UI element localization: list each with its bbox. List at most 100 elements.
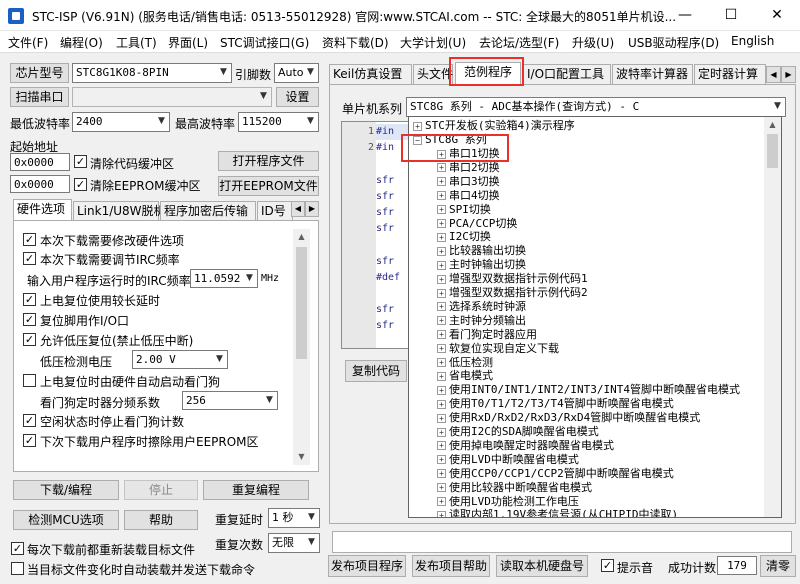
help-button[interactable]: 帮助 — [124, 510, 198, 530]
expand-icon[interactable]: + — [413, 121, 422, 131]
auto-send-checkbox[interactable] — [11, 562, 24, 575]
tree-item[interactable]: + 串口3切换 — [437, 175, 500, 189]
scroll-thumb[interactable] — [296, 247, 307, 359]
expand-icon[interactable]: + — [437, 288, 446, 298]
chip-model-button[interactable]: 芯片型号 — [10, 63, 69, 83]
example-tree-popup[interactable]: + STC开发板(实验箱4)演示程序 − STC8G 系列 + 串口1切换 + 串口2切换… — [408, 116, 782, 518]
expand-icon[interactable]: + — [437, 441, 446, 451]
maximize-button[interactable]: ☐ — [708, 0, 754, 31]
expand-icon[interactable]: + — [437, 302, 446, 312]
tree-item[interactable]: + 使用比较器中断唤醒省电模式 — [437, 481, 592, 495]
watchdog-select[interactable]: 256 ▼ — [182, 391, 278, 410]
tab-link1-u8w[interactable]: Link1/U8W脱机 — [73, 201, 166, 221]
detect-mcu-button[interactable]: 检测MCU选项 — [13, 510, 119, 530]
expand-icon[interactable]: + — [437, 246, 446, 256]
menu-university[interactable]: 大学计划(U) — [400, 34, 466, 51]
scroll-up-icon[interactable]: ▲ — [293, 229, 310, 245]
expand-icon[interactable]: + — [437, 413, 446, 423]
expand-icon[interactable]: + — [437, 316, 446, 326]
expand-icon[interactable]: + — [437, 177, 446, 187]
tree-scrollbar[interactable]: ▲ — [764, 117, 781, 517]
option-checkbox[interactable]: ✓ — [23, 233, 36, 246]
tab-hardware-options[interactable]: 硬件选项 — [13, 199, 72, 221]
tree-item[interactable]: + 使用CCP0/CCP1/CCP2管脚中断唤醒省电模式 — [437, 467, 674, 481]
mcu-series-select[interactable]: STC8G 系列 - ADC基本操作(查询方式) - C ▼ — [406, 97, 786, 117]
clear-count-button[interactable]: 清零 — [760, 555, 796, 577]
option-checkbox[interactable]: ✓ — [23, 434, 36, 447]
tab-baud-calculator[interactable]: 波特率计算器 — [612, 64, 693, 84]
expand-icon[interactable]: + — [437, 371, 446, 381]
menu-upgrade[interactable]: 升级(U) — [572, 34, 614, 51]
repeat-delay-select[interactable]: 1 秒 ▼ — [268, 508, 320, 528]
settings-button[interactable]: 设置 — [276, 87, 319, 107]
tree-item[interactable]: + 使用T0/T1/T2/T3/T4管脚中断唤醒省电模式 — [437, 397, 674, 411]
tree-item[interactable]: + 主时钟分频输出 — [437, 314, 526, 328]
expand-icon[interactable]: + — [437, 358, 446, 367]
option-checkbox[interactable]: ✓ — [23, 252, 36, 265]
tab-scroll-right-icon[interactable]: ▶ — [305, 201, 319, 217]
option-checkbox[interactable] — [23, 374, 36, 387]
tree-item[interactable]: + 看门狗定时器应用 — [437, 328, 537, 342]
expand-icon[interactable]: + — [437, 344, 446, 354]
tree-item[interactable]: + 使用掉电唤醒定时器唤醒省电模式 — [437, 439, 614, 453]
tree-item[interactable]: + 软复位实现自定义下载 — [437, 342, 559, 356]
open-eeprom-button[interactable]: 打开EEPROM文件 — [218, 176, 319, 196]
clear-eeprom-checkbox[interactable]: ✓ — [74, 178, 87, 191]
open-program-button[interactable]: 打开程序文件 — [218, 151, 319, 171]
tree-item[interactable]: + 比较器输出切换 — [437, 244, 526, 258]
tab-scroll-left-icon[interactable]: ◀ — [291, 201, 305, 217]
pins-select[interactable]: Auto ▼ — [274, 63, 319, 83]
tab-scroll-left-icon[interactable]: ◀ — [766, 66, 781, 83]
expand-icon[interactable]: + — [437, 205, 446, 215]
scroll-down-icon[interactable]: ▼ — [293, 449, 310, 465]
tree-item[interactable]: + I2C切换 — [437, 230, 491, 244]
expand-icon[interactable]: + — [437, 219, 446, 228]
expand-icon[interactable]: + — [437, 483, 446, 493]
menu-file[interactable]: 文件(F) — [8, 34, 48, 51]
read-disk-serial-button[interactable]: 读取本机硬盘号 — [496, 555, 588, 577]
download-program-button[interactable]: 下载/编程 — [13, 480, 119, 500]
eeprom-address-input[interactable]: 0x0000 — [10, 175, 70, 193]
menu-usb-driver[interactable]: USB驱动程序(D) — [628, 34, 719, 51]
low-voltage-select[interactable]: 2.00 V ▼ — [132, 350, 228, 369]
expand-icon[interactable]: + — [437, 163, 446, 173]
copy-code-button[interactable]: 复制代码 — [345, 360, 407, 382]
expand-icon[interactable]: + — [437, 274, 446, 284]
menu-debug[interactable]: STC调试接口(G) — [220, 34, 309, 51]
tree-item[interactable]: + 低压检测 — [437, 356, 493, 370]
repeat-times-select[interactable]: 无限 ▼ — [268, 533, 320, 553]
tree-item[interactable]: + PCA/CCP切换 — [437, 217, 517, 231]
option-checkbox[interactable]: ✓ — [23, 293, 36, 306]
irc-select[interactable]: 11.0592 ▼ — [190, 269, 258, 288]
menu-tools[interactable]: 工具(T) — [116, 34, 157, 51]
expand-icon[interactable]: + — [437, 427, 446, 437]
menu-forum[interactable]: 去论坛/选型(F) — [479, 34, 559, 51]
max-baud-select[interactable]: 115200 ▼ — [238, 112, 319, 132]
menu-english[interactable]: English — [731, 34, 774, 48]
beep-checkbox[interactable]: ✓ — [601, 559, 614, 572]
tree-item[interactable]: + 使用RxD/RxD2/RxD3/RxD4管脚中断唤醒省电模式 — [437, 411, 700, 425]
expand-icon[interactable]: + — [437, 497, 446, 506]
minimize-button[interactable]: — — [662, 0, 708, 31]
tree-item[interactable]: + 主时钟输出切换 — [437, 258, 526, 272]
option-checkbox[interactable]: ✓ — [23, 313, 36, 326]
stop-button[interactable]: 停止 — [124, 480, 198, 500]
min-baud-select[interactable]: 2400 ▼ — [72, 112, 170, 132]
expand-icon[interactable]: + — [437, 260, 446, 270]
expand-icon[interactable]: + — [437, 191, 446, 201]
menu-interface[interactable]: 界面(L) — [168, 34, 208, 51]
expand-icon[interactable]: + — [437, 399, 446, 409]
tab-scroll-right-icon[interactable]: ▶ — [781, 66, 796, 83]
tree-item[interactable]: + 增强型双数据指针示例代码2 — [437, 286, 588, 300]
tree-node-dev-board[interactable]: + STC开发板(实验箱4)演示程序 — [413, 119, 575, 133]
expand-icon[interactable]: + — [437, 330, 446, 340]
tab-encrypted-transfer[interactable]: 程序加密后传输 — [160, 201, 256, 221]
scroll-up-icon[interactable]: ▲ — [764, 117, 781, 133]
tree-item[interactable]: + 增强型双数据指针示例代码1 — [437, 272, 588, 286]
tree-item[interactable]: + 使用I2C的SDA脚唤醒省电模式 — [437, 425, 599, 439]
chip-model-select[interactable]: STC8G1K08-8PIN ▼ — [72, 63, 232, 83]
tree-item[interactable]: + 串口2切换 — [437, 161, 500, 175]
tab-io-config[interactable]: I/O口配置工具 — [523, 64, 611, 84]
menu-program[interactable]: 编程(O) — [60, 34, 103, 51]
clear-code-checkbox[interactable]: ✓ — [74, 155, 87, 168]
